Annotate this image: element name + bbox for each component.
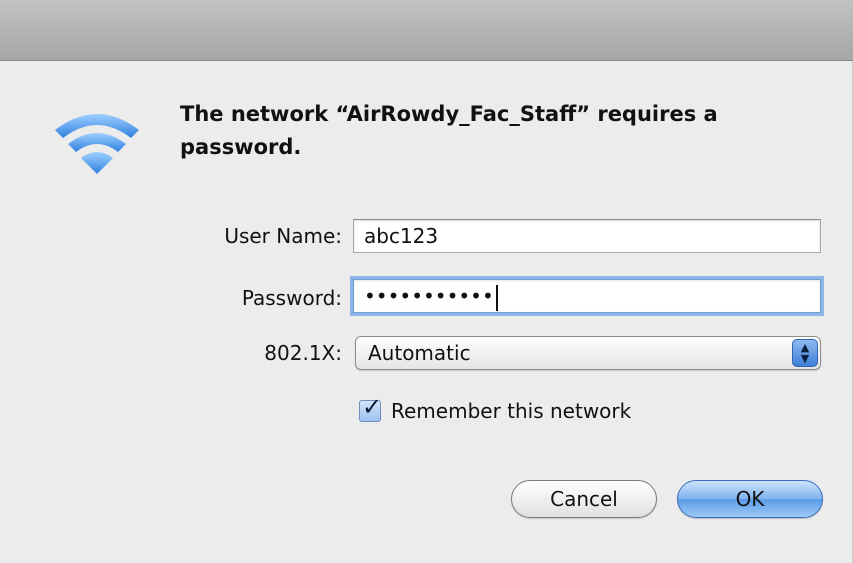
wifi-password-dialog: The network “AirRowdy_Fac_Staff” require… [0, 0, 853, 563]
eap-select[interactable]: Automatic ▲ ▼ [355, 336, 821, 370]
text-caret [495, 284, 498, 311]
ok-button[interactable]: OK [677, 480, 823, 518]
password-field[interactable]: ••••••••••• [353, 279, 821, 313]
wifi-icon [50, 106, 145, 176]
title-bar[interactable] [0, 0, 853, 61]
username-value: abc123 [364, 224, 439, 248]
remember-network-row[interactable]: ✓ Remember this network [359, 393, 631, 425]
password-label: Password: [241, 286, 342, 310]
updown-arrows-icon: ▲ ▼ [792, 339, 818, 367]
username-field[interactable]: abc123 [353, 219, 821, 253]
eap-select-value: Automatic [368, 341, 471, 365]
dialog-message: The network “AirRowdy_Fac_Staff” require… [180, 102, 718, 159]
username-label: User Name: [224, 224, 342, 248]
cancel-button[interactable]: Cancel [511, 480, 657, 518]
eap-label: 802.1X: [264, 341, 342, 365]
remember-network-label[interactable]: Remember this network [391, 399, 631, 423]
password-value: ••••••••••• [364, 284, 494, 308]
checkmark-icon: ✓ [362, 393, 383, 421]
remember-network-checkbox[interactable]: ✓ [359, 393, 382, 422]
